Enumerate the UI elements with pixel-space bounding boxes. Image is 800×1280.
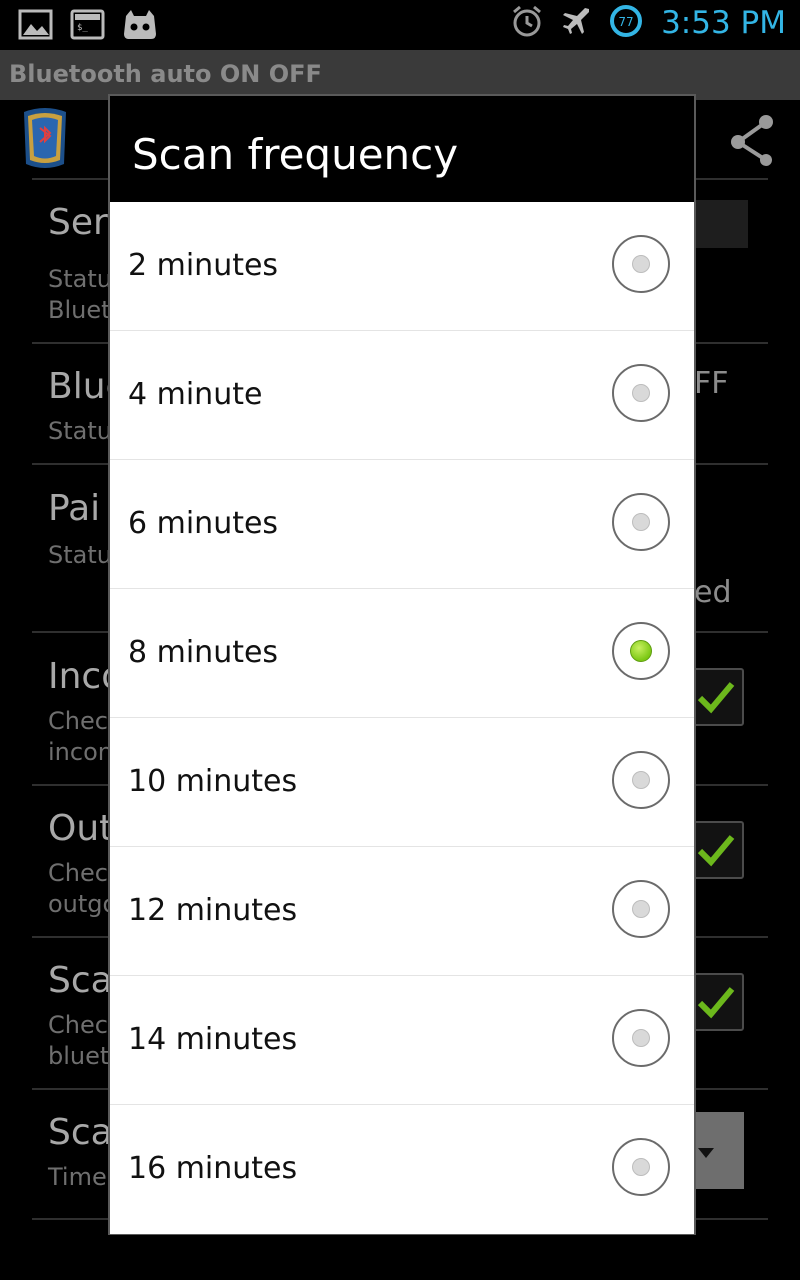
- radio-dot: [632, 255, 650, 273]
- radio-dot: [632, 1158, 650, 1176]
- radio-dot: [632, 513, 650, 531]
- setting-subtitle: Statu Bluet: [48, 265, 112, 324]
- setting-widget: [696, 200, 748, 248]
- setting-subtitle: Chec incon: [48, 707, 113, 766]
- radio-dot: [630, 640, 652, 662]
- option-label: 6 minutes: [128, 506, 279, 541]
- option-item[interactable]: 2 minutes: [110, 202, 694, 331]
- gallery-icon: [18, 8, 54, 42]
- option-item[interactable]: 14 minutes: [110, 976, 694, 1105]
- setting-title: Sca: [48, 960, 113, 1001]
- setting-subtitle: Time: [48, 1163, 107, 1191]
- dialog-title: Scan frequency: [132, 130, 459, 179]
- setting-title: Ser: [48, 202, 108, 243]
- option-item[interactable]: 8 minutes: [110, 589, 694, 718]
- status-clock: 3:53 PM: [661, 5, 786, 41]
- setting-subtitle: Statu: [48, 541, 112, 569]
- scan-frequency-dialog: Scan frequency 2 minutes 4 minute 6 minu…: [108, 94, 696, 1235]
- option-label: 10 minutes: [128, 764, 298, 799]
- setting-title: Out: [48, 808, 114, 849]
- radio-button[interactable]: [612, 751, 670, 809]
- app-title-bar: Bluetooth auto ON OFF: [0, 50, 800, 100]
- radio-button[interactable]: [612, 622, 670, 680]
- cyanogen-icon: [122, 8, 158, 42]
- option-label: 2 minutes: [128, 248, 279, 283]
- option-item[interactable]: 12 minutes: [110, 847, 694, 976]
- option-item[interactable]: 4 minute: [110, 331, 694, 460]
- terminal-icon: $_: [70, 8, 106, 42]
- notification-icons: $_: [18, 8, 158, 42]
- option-item[interactable]: 16 minutes: [110, 1105, 694, 1234]
- screen: $_ 77 3:53 PM Bluetooth auto ON OFF Ser …: [0, 0, 800, 1280]
- radio-button[interactable]: [612, 1138, 670, 1196]
- alarm-icon: [511, 4, 543, 42]
- setting-subtitle: Chec outgo: [48, 859, 118, 918]
- option-label: 16 minutes: [128, 1151, 298, 1186]
- app-title: Bluetooth auto ON OFF: [9, 60, 322, 88]
- airplane-mode-icon: [561, 6, 591, 40]
- setting-title: Sca: [48, 1112, 113, 1153]
- setting-value: FF: [694, 366, 729, 401]
- dialog-header: Scan frequency: [110, 96, 694, 202]
- option-label: 4 minute: [128, 377, 263, 412]
- setting-subtitle: Chec bluet: [48, 1011, 110, 1070]
- option-label: 14 minutes: [128, 1022, 298, 1057]
- radio-button[interactable]: [612, 364, 670, 422]
- radio-dot: [632, 900, 650, 918]
- radio-button[interactable]: [612, 235, 670, 293]
- radio-button[interactable]: [612, 493, 670, 551]
- radio-button[interactable]: [612, 880, 670, 938]
- status-bar: $_ 77 3:53 PM: [0, 0, 800, 50]
- svg-text:$_: $_: [77, 23, 88, 33]
- battery-level: 77: [618, 15, 633, 29]
- app-logo-icon: [20, 106, 70, 170]
- option-label: 8 minutes: [128, 635, 279, 670]
- setting-subtitle: Statu: [48, 417, 112, 445]
- setting-spinner[interactable]: [690, 1112, 744, 1189]
- setting-value: ed: [694, 575, 732, 610]
- system-icons: 77 3:53 PM: [511, 4, 786, 42]
- options-list: 2 minutes 4 minute 6 minutes 8 minutes 1…: [110, 202, 694, 1234]
- option-label: 12 minutes: [128, 893, 298, 928]
- battery-icon: 77: [609, 4, 643, 42]
- radio-dot: [632, 1029, 650, 1047]
- radio-dot: [632, 771, 650, 789]
- radio-dot: [632, 384, 650, 402]
- option-item[interactable]: 10 minutes: [110, 718, 694, 847]
- radio-button[interactable]: [612, 1009, 670, 1067]
- share-icon[interactable]: [728, 110, 778, 166]
- option-item[interactable]: 6 minutes: [110, 460, 694, 589]
- setting-title: Pai: [48, 488, 101, 529]
